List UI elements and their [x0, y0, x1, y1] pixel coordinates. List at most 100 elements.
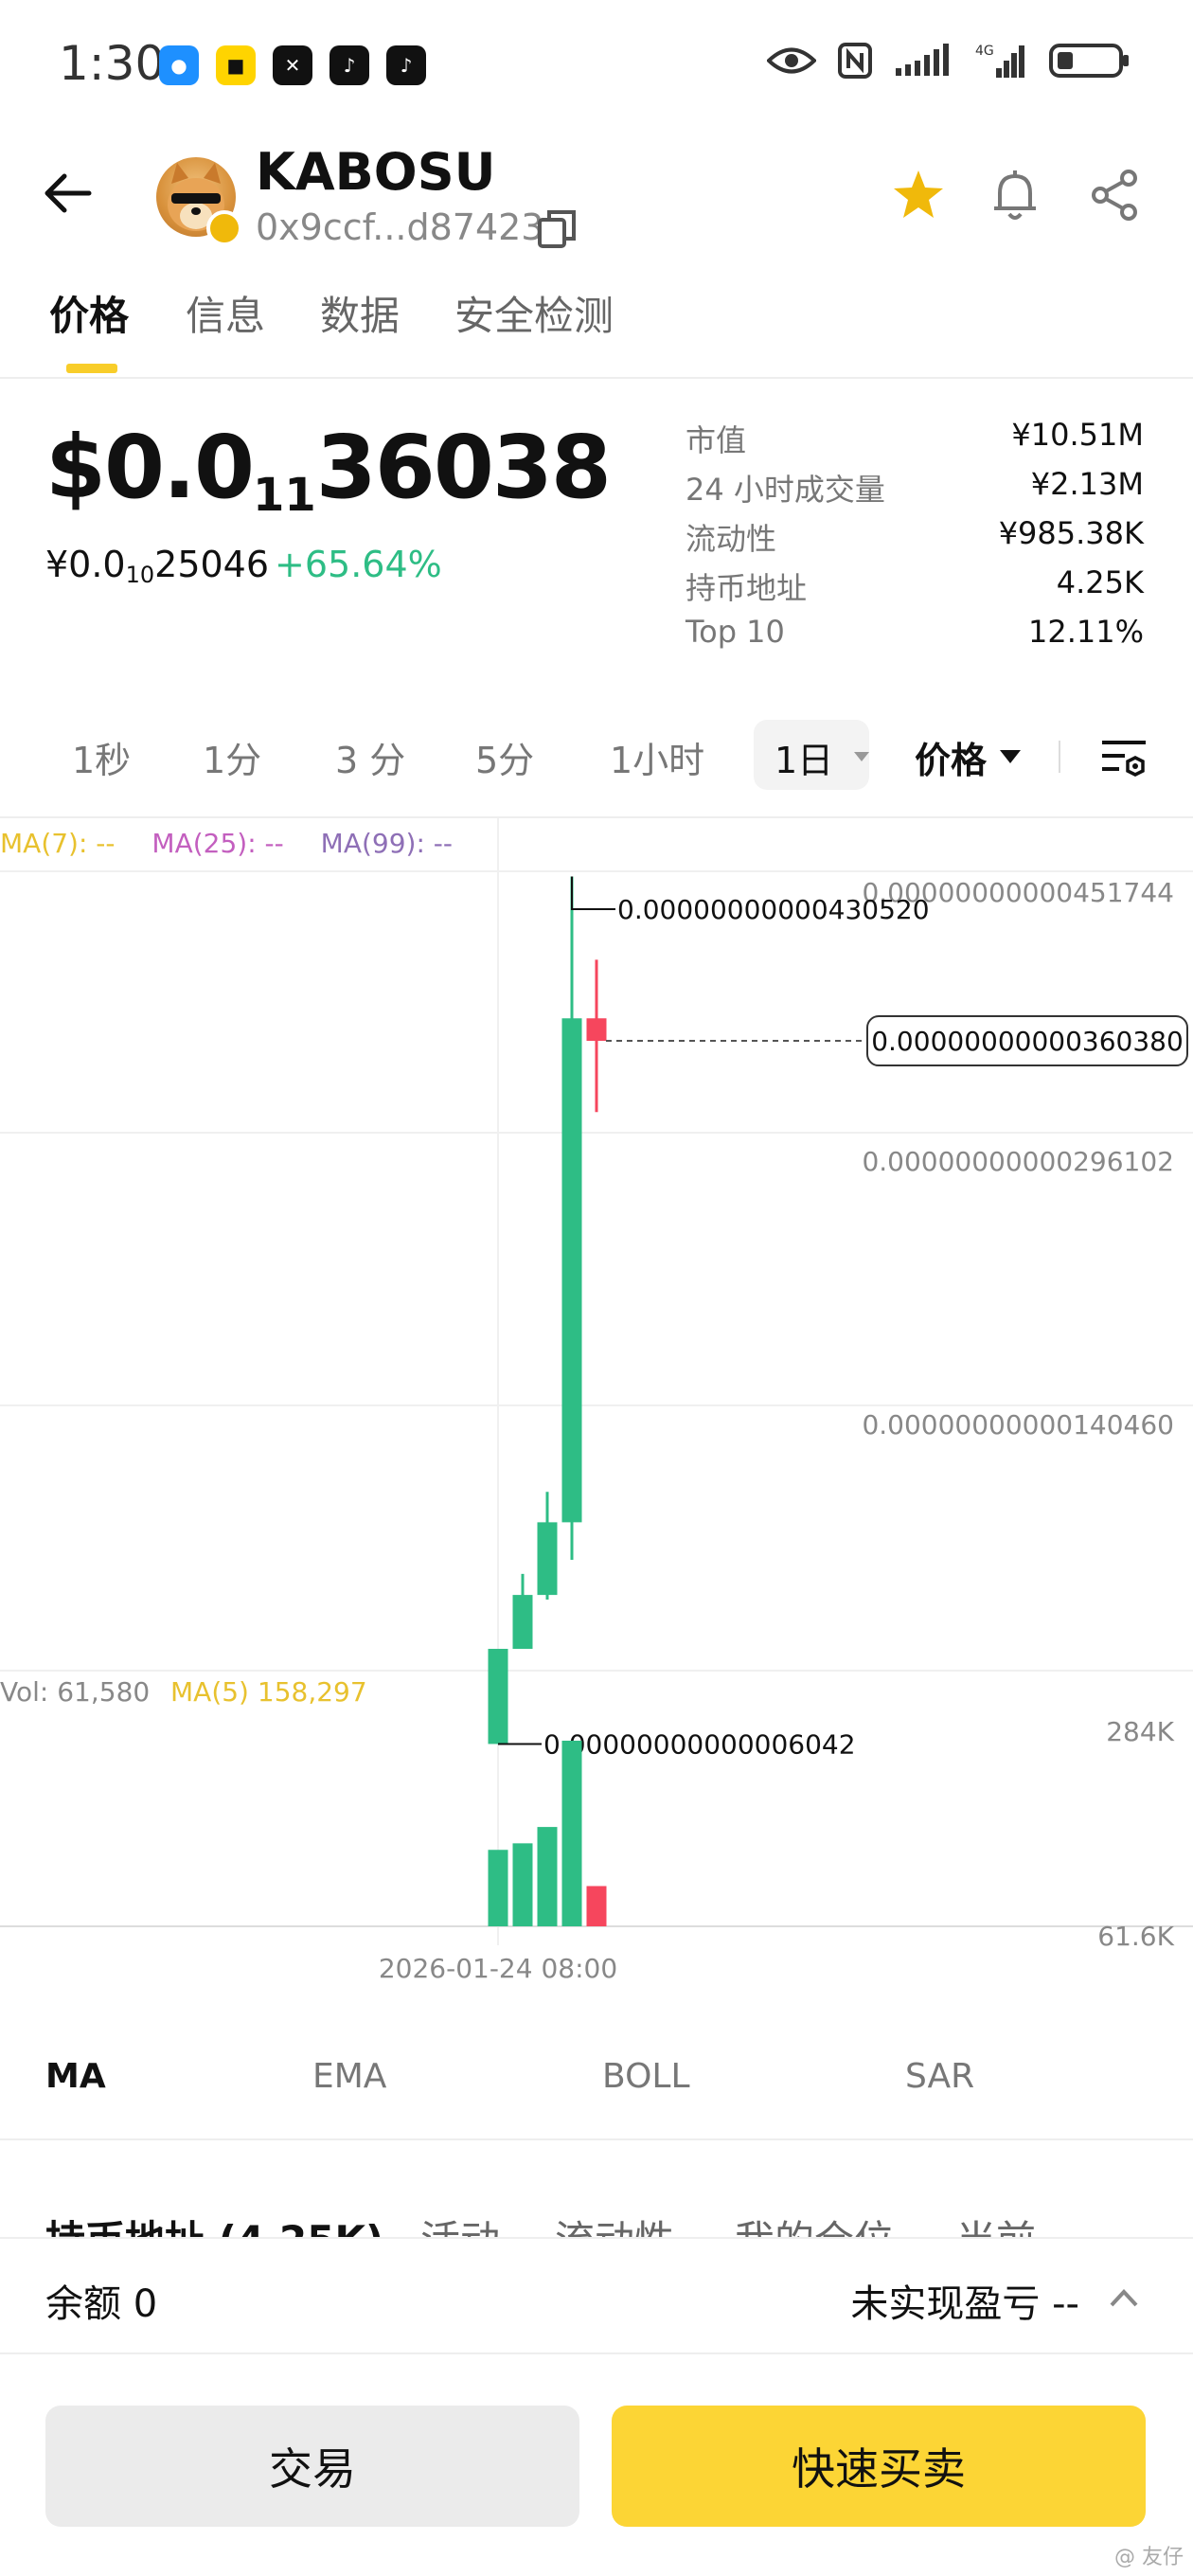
chart-settings-button[interactable] [1098, 731, 1149, 782]
quick-trade-button[interactable]: 快速买卖 [612, 2406, 1146, 2527]
watermark: @ 友仔 [1114, 2546, 1184, 2569]
stat-liquidity-label: 流动性 [686, 521, 777, 557]
x-axis-label: 2026-01-24 08:00 [379, 1953, 617, 1984]
volume-tick-label: 284K [1106, 1716, 1174, 1747]
status-bar: 1:30 ● ■ ✕ ♪ ♪ 4G [0, 0, 1193, 133]
token-address: 0x9ccf...d87423 [256, 206, 544, 248]
unrealized-pnl: 未实现盈亏 -- [850, 2282, 1079, 2326]
low-price-label: 0.00000000000006042 [543, 1728, 856, 1760]
share-icon [1092, 170, 1137, 221]
stat-liquidity-value: ¥985.38K [998, 515, 1144, 551]
volume-tick-label: 61.6K [1097, 1921, 1174, 1952]
candlestick-chart-svg: 0.000000000004517440.000000000002961020.… [0, 818, 1193, 1984]
chart-settings-icon [1102, 741, 1146, 777]
balance-bar[interactable]: 余额 0 未实现盈亏 -- [0, 2237, 1193, 2354]
stat-row: 市值 ¥10.51M [686, 417, 1144, 466]
tab-data[interactable]: 数据 [320, 284, 400, 342]
timeframe-1s[interactable]: 1秒 [72, 731, 131, 783]
messages-app-icon: ● [159, 45, 199, 85]
stat-volume-value: ¥2.13M [1030, 466, 1144, 502]
high-marker-line [571, 876, 615, 910]
stat-row: 流动性 ¥985.38K [686, 515, 1144, 564]
bell-icon [994, 170, 1036, 220]
indicator-boll[interactable]: BOLL [602, 2057, 690, 2096]
current-price-label: 0.00000000000360380 [871, 1026, 1184, 1057]
balance-label: 余额 0 [45, 2282, 158, 2326]
status-app-icons: ● ■ ✕ ♪ ♪ [159, 45, 426, 85]
stat-market-cap-value: ¥10.51M [1011, 417, 1144, 453]
ma7-legend: MA(7): -- [0, 828, 116, 859]
svg-text:4G: 4G [975, 44, 994, 59]
price-usd: $0.01136038 [45, 417, 612, 522]
alert-button[interactable] [985, 165, 1045, 225]
eye-icon [767, 47, 816, 74]
tab-my-position[interactable]: 我的仓位 [735, 2209, 894, 2237]
price-tick-label: 0.00000000000140460 [862, 1409, 1174, 1440]
token-header: KABOSU 0x9ccf...d87423 [0, 142, 1193, 265]
timeframe-5m[interactable]: 5分 [475, 731, 534, 783]
favorite-button[interactable] [888, 165, 949, 225]
tiktok-app-icon: ♪ [329, 45, 369, 85]
caret-down-icon [854, 752, 869, 761]
volume-bar [488, 1850, 508, 1926]
tab-info[interactable]: 信息 [186, 284, 265, 342]
share-button[interactable] [1085, 165, 1146, 225]
status-right: 4G [767, 42, 1131, 80]
candle-body [488, 1649, 508, 1744]
section-tabs: 持币地址 (4.25K) 活动 流动性 我的仓位 当前 [0, 2199, 1193, 2237]
timeframe-1h[interactable]: 1小时 [610, 731, 704, 783]
arrow-left-icon [45, 173, 92, 213]
token-tabs: 价格 信息 数据 安全检测 [0, 284, 1193, 379]
copy-icon [538, 210, 576, 248]
stat-holders-label: 持币地址 [686, 570, 808, 606]
trade-button[interactable]: 交易 [45, 2406, 579, 2527]
stat-holders-value: 4.25K [1056, 564, 1144, 600]
candle-body [537, 1522, 558, 1596]
stat-market-cap-label: 市值 [686, 422, 747, 458]
divider [1059, 741, 1060, 773]
indicator-sar[interactable]: SAR [905, 2057, 974, 2096]
ma25-legend: MA(25): -- [151, 828, 284, 859]
stat-row: 持币地址 4.25K [686, 564, 1144, 614]
chart-type-dropdown[interactable]: 价格 [915, 731, 987, 783]
indicator-ma[interactable]: MA [45, 2057, 106, 2096]
tab-current[interactable]: 当前 [956, 2209, 1036, 2237]
high-price-label: 0.00000000000430520 [617, 894, 930, 925]
indicator-tabs: MA EMA BOLL SAR [0, 2046, 1193, 2140]
tab-liquidity[interactable]: 流动性 [555, 2209, 674, 2237]
stat-row: Top 10 12.11% [686, 614, 1144, 663]
candle-body [512, 1595, 533, 1650]
chevron-up-icon[interactable] [1108, 2282, 1140, 2315]
volume-ma5-legend: MA(5) 158,297 [170, 1676, 367, 1708]
signal-icon [896, 44, 949, 76]
star-icon [894, 170, 943, 218]
stat-top10-label: Top 10 [686, 614, 785, 650]
signal-4g-icon: 4G [975, 44, 1024, 78]
timeframe-1m[interactable]: 1分 [203, 731, 261, 783]
indicator-ema[interactable]: EMA [312, 2057, 386, 2096]
bnb-chain-badge-icon [206, 210, 242, 246]
stat-top10-value: 12.11% [1027, 614, 1144, 650]
stat-volume-label: 24 小时成交量 [686, 472, 885, 508]
ma-legend: MA(7): -- MA(25): -- MA(99): -- [0, 828, 453, 859]
timeframe-3m[interactable]: 3 分 [335, 731, 405, 783]
timeframe-bar: 1秒 1分 3 分 5分 1小时 1日 价格 [0, 716, 1193, 796]
tab-activity[interactable]: 活动 [420, 2209, 500, 2237]
caret-down-icon [1000, 750, 1021, 763]
token-name: KABOSU [256, 142, 496, 202]
copy-address-button[interactable] [536, 208, 578, 250]
back-button[interactable] [38, 163, 98, 224]
candle-body [561, 1018, 582, 1523]
tab-security[interactable]: 安全检测 [454, 284, 614, 342]
battery-icon [1049, 44, 1129, 78]
volume-bar [512, 1843, 533, 1926]
stat-row: 24 小时成交量 ¥2.13M [686, 466, 1144, 515]
reader-app-icon: ■ [216, 45, 256, 85]
capcut-app-icon: ✕ [273, 45, 312, 85]
tab-holders[interactable]: 持币地址 (4.25K) [45, 2209, 383, 2237]
timeframe-1d[interactable]: 1日 [775, 731, 833, 783]
tab-price[interactable]: 价格 [49, 284, 129, 342]
price-cny: ¥0.01025046 [45, 544, 270, 588]
price-chart[interactable]: 0.00000000000451744 0.00000000000296102 0.… [0, 816, 1193, 2000]
candle-body [586, 1018, 607, 1042]
